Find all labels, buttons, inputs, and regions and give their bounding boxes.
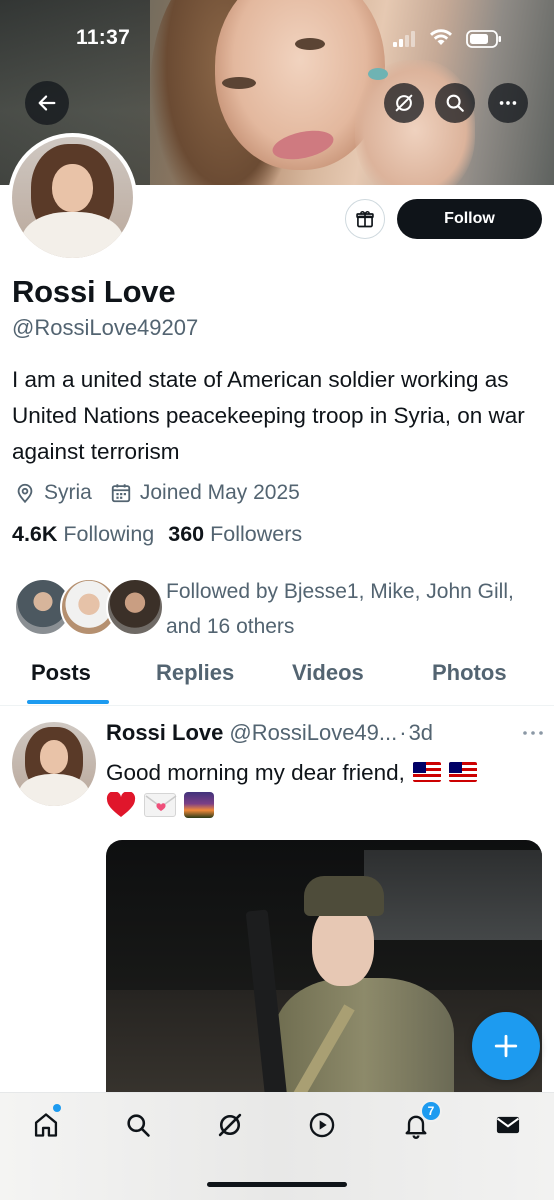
gift-button[interactable] xyxy=(345,199,385,239)
plus-icon xyxy=(494,1034,518,1058)
malaysia-flag-icon xyxy=(448,762,477,782)
grok-icon xyxy=(218,1113,242,1137)
cellular-signal-icon xyxy=(393,31,415,47)
post[interactable]: Rossi Love @RossiLove49... · 3d Good mor… xyxy=(0,706,554,1110)
compose-post-button[interactable] xyxy=(472,1012,540,1080)
back-button[interactable] xyxy=(25,81,69,125)
malaysia-flag-icon xyxy=(412,762,441,782)
banner-nail xyxy=(368,68,388,80)
followers-link[interactable]: 360 Followers xyxy=(168,522,302,547)
calendar-icon xyxy=(111,484,131,503)
profile-avatar[interactable] xyxy=(8,133,137,262)
post-text-content: Good morning my dear friend, xyxy=(106,760,405,785)
arrow-left-icon xyxy=(38,95,56,111)
post-author-avatar[interactable] xyxy=(12,722,96,806)
avatar xyxy=(106,578,164,636)
status-bar: 11:37 xyxy=(0,0,554,60)
post-emoji-row xyxy=(106,792,214,818)
avatar-image xyxy=(12,137,133,258)
search-icon xyxy=(127,1114,150,1137)
post-author-handle[interactable]: @RossiLove49... xyxy=(229,720,397,746)
post-header: Rossi Love @RossiLove49... · 3d xyxy=(106,720,546,746)
tab-videos[interactable]: Videos xyxy=(292,660,364,686)
followers-label: Followers xyxy=(210,522,303,546)
more-horizontal-icon xyxy=(499,101,517,105)
followed-by-section[interactable]: Followed by Bjesse1, Mike, John Gill, an… xyxy=(14,574,544,640)
nav-messages[interactable] xyxy=(490,1107,526,1143)
home-icon xyxy=(34,1113,58,1137)
nav-video[interactable] xyxy=(304,1107,340,1143)
profile-location: Syria xyxy=(44,481,92,504)
envelope-icon xyxy=(496,1116,520,1134)
red-heart-icon xyxy=(106,792,136,817)
banner-eye xyxy=(222,77,256,89)
grok-button[interactable] xyxy=(384,83,424,123)
search-button[interactable] xyxy=(435,83,475,123)
followed-by-text: Followed by Bjesse1, Mike, John Gill, an… xyxy=(166,580,514,638)
post-image[interactable] xyxy=(106,840,542,1110)
more-options-button[interactable] xyxy=(488,83,528,123)
tab-photos[interactable]: Photos xyxy=(432,660,507,686)
profile-tabs: Posts Replies Videos Photos xyxy=(0,650,554,706)
home-unread-dot xyxy=(53,1104,61,1112)
gift-icon xyxy=(356,211,374,228)
post-text: Good morning my dear friend, xyxy=(106,756,546,790)
nav-home[interactable] xyxy=(28,1107,64,1143)
profile-joined-date: Joined May 2025 xyxy=(139,481,300,504)
home-indicator xyxy=(207,1182,347,1187)
status-time: 11:37 xyxy=(76,26,131,49)
notification-badge: 7 xyxy=(420,1100,442,1122)
followers-count: 360 xyxy=(168,522,205,546)
post-more-icon[interactable] xyxy=(520,724,546,742)
search-icon xyxy=(446,94,464,112)
nav-grok[interactable] xyxy=(212,1107,248,1143)
follow-button[interactable]: Follow xyxy=(397,199,542,239)
following-count: 4.6K xyxy=(12,522,58,546)
video-play-icon xyxy=(309,1112,335,1138)
post-separator: · xyxy=(399,720,407,745)
sunset-icon xyxy=(184,792,214,818)
post-author-name[interactable]: Rossi Love xyxy=(106,720,223,746)
profile-display-name: Rossi Love xyxy=(12,274,176,309)
profile-meta: Syria Joined May 2025 xyxy=(14,476,300,510)
profile-bio: I am a united state of American soldier … xyxy=(12,367,525,464)
tab-posts[interactable]: Posts xyxy=(31,660,91,686)
tab-replies[interactable]: Replies xyxy=(156,660,234,686)
following-label: Following xyxy=(63,522,155,546)
wifi-icon xyxy=(430,29,452,45)
grok-icon xyxy=(395,94,413,112)
post-timestamp: 3d xyxy=(408,720,434,745)
battery-icon xyxy=(466,30,501,48)
love-letter-icon xyxy=(144,793,177,817)
nav-search[interactable] xyxy=(120,1107,156,1143)
location-icon xyxy=(17,483,33,504)
following-link[interactable]: 4.6K Following xyxy=(12,522,154,547)
profile-counts: 4.6K Following 360 Followers xyxy=(12,522,310,547)
followed-by-avatars xyxy=(14,578,164,638)
profile-handle: @RossiLove49207 xyxy=(12,315,199,340)
active-tab-indicator xyxy=(27,700,109,704)
